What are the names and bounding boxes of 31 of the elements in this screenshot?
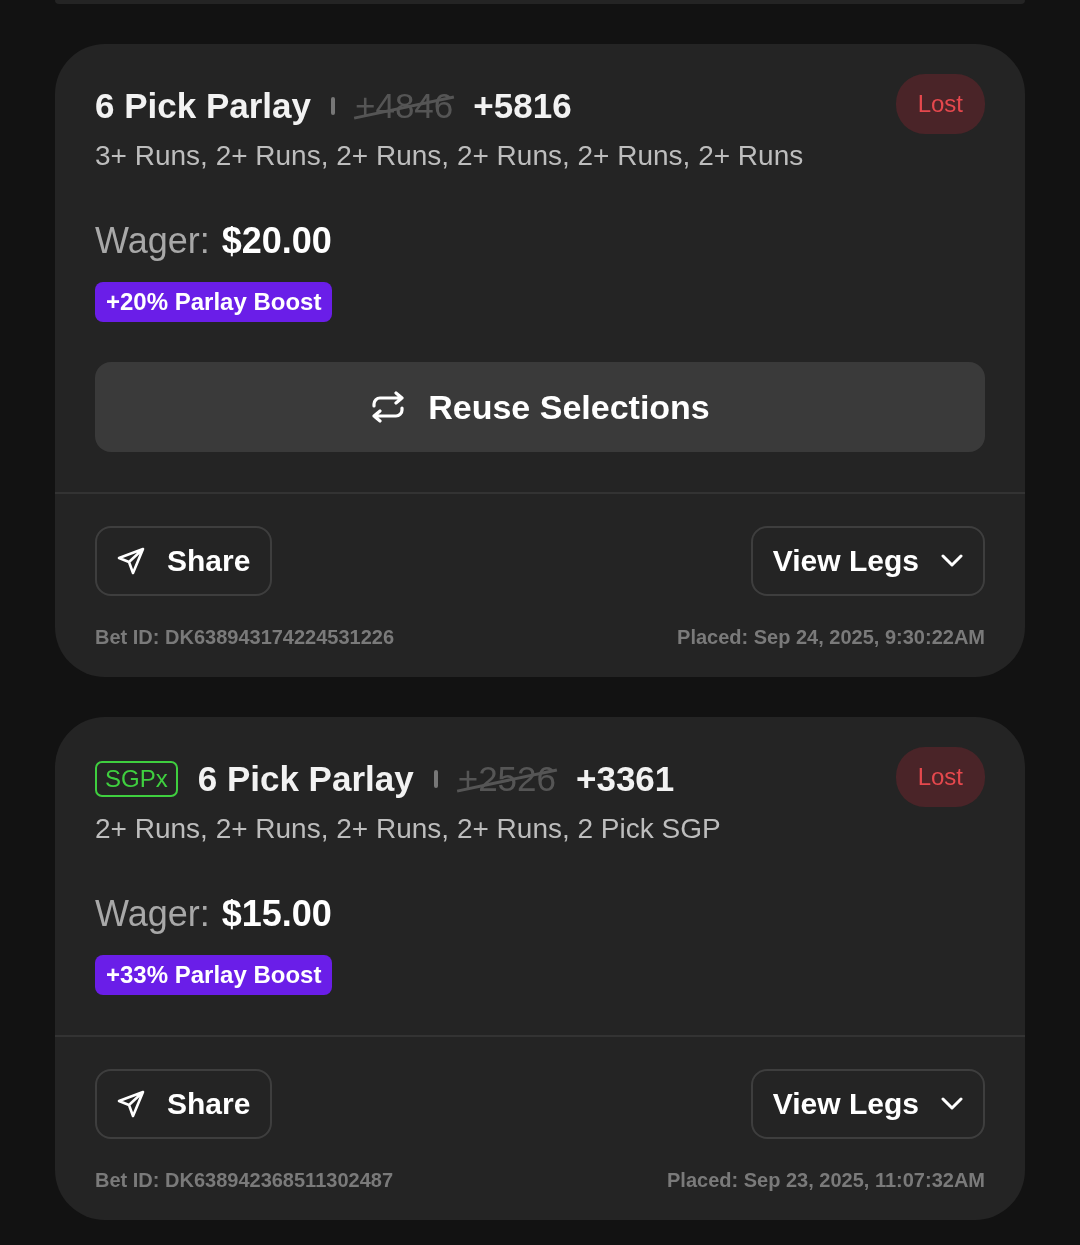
- separator-icon: [331, 97, 335, 115]
- reuse-selections-button[interactable]: Reuse Selections: [95, 362, 985, 452]
- status-badge: Lost: [895, 747, 985, 807]
- legs-summary: 2+ Runs, 2+ Runs, 2+ Runs, 2+ Runs, 2 Pick SGP: [95, 813, 722, 845]
- wager-label: Wager:: [95, 220, 210, 262]
- share-button[interactable]: Share: [95, 1069, 273, 1139]
- placed-date: Placed: Sep 23, 2025, 11:07:32AM: [667, 1169, 985, 1192]
- bet-title: 6 Pick Parlay: [197, 759, 414, 799]
- bet-id: Bet ID: DK638942368511302487: [95, 1169, 393, 1192]
- sgpx-tag: SGPx: [95, 761, 178, 797]
- boosted-odds: +5816: [473, 86, 572, 126]
- boosted-odds: +3361: [576, 759, 675, 799]
- status-badge: Lost: [895, 74, 985, 134]
- legs-summary: 3+ Runs, 2+ Runs, 2+ Runs, 2+ Runs, 2+ Runs, 2+ Runs: [95, 140, 805, 172]
- boost-badge: +20% Parlay Boost: [95, 282, 333, 322]
- bet-title: 6 Pick Parlay: [95, 86, 311, 126]
- chevron-down-icon: [941, 554, 963, 568]
- view-legs-button[interactable]: View Legs: [750, 1069, 985, 1139]
- send-icon: [117, 1090, 145, 1118]
- repeat-icon: [370, 391, 407, 423]
- wager-label: Wager:: [95, 893, 210, 935]
- wager-amount: $15.00: [221, 893, 332, 935]
- chevron-down-icon: [941, 1097, 963, 1111]
- share-button[interactable]: Share: [95, 526, 273, 596]
- send-icon: [117, 547, 145, 575]
- wager-amount: $20.00: [221, 220, 332, 262]
- view-legs-button[interactable]: View Legs: [750, 526, 985, 596]
- separator-icon: [433, 770, 438, 788]
- boost-badge: +33% Parlay Boost: [95, 955, 333, 995]
- placed-date: Placed: Sep 24, 2025, 9:30:22AM: [677, 626, 985, 649]
- bet-id: Bet ID: DK638943174224531226: [95, 626, 395, 649]
